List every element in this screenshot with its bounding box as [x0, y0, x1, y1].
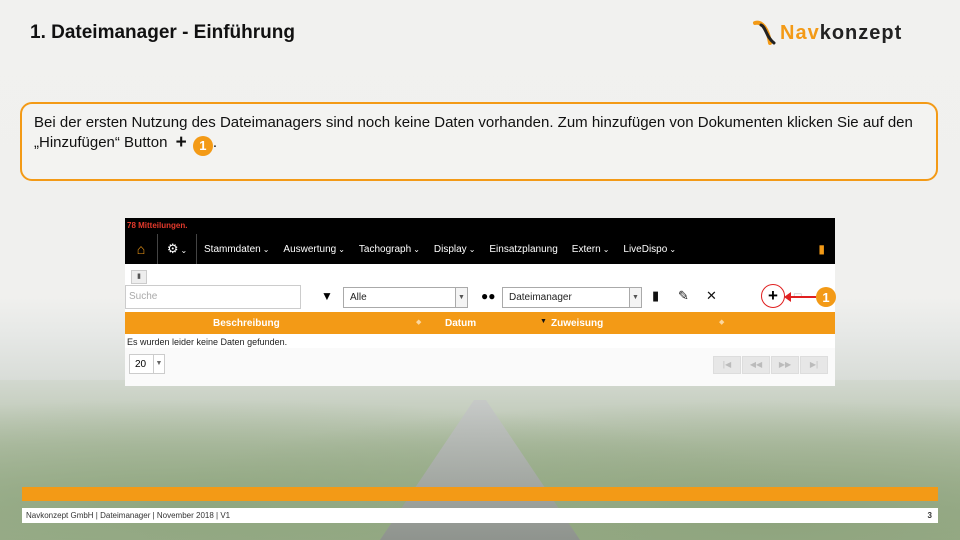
- documents-icon[interactable]: ▮: [818, 242, 825, 256]
- callout-text: Bei der ersten Nutzung des Dateimanagers…: [34, 114, 913, 151]
- filter-select[interactable]: Alle ▼: [343, 287, 468, 308]
- accent-bar: [22, 487, 938, 501]
- logo-text-nav: Nav: [780, 21, 820, 44]
- last-page-button[interactable]: ▶|: [800, 356, 828, 374]
- edit-icon[interactable]: ✎: [678, 288, 689, 304]
- logo-text-konzept: konzept: [819, 21, 903, 44]
- next-page-button[interactable]: ▶▶: [771, 356, 799, 374]
- nav-item-tachograph[interactable]: Tachograph ⌄: [352, 244, 427, 255]
- table-header: Beschreibung ◆ Datum ▼ Zuweisung ◆: [125, 312, 835, 334]
- first-page-button[interactable]: |◀: [713, 356, 741, 374]
- chevron-down-icon: ⌄: [262, 244, 270, 254]
- sort-icon[interactable]: ◆: [719, 318, 724, 326]
- step-badge: 1: [816, 287, 836, 307]
- chevron-down-icon: ▼: [153, 355, 164, 373]
- toolbar: Suche ▼ Alle▼ ●● Dateimanager▼ ▮ ✎ ✕ + ▭…: [125, 284, 836, 310]
- delete-icon[interactable]: ✕: [706, 288, 717, 304]
- page-size-select[interactable]: 20 ▼: [129, 354, 165, 374]
- nav-item-auswertung[interactable]: Auswertung ⌄: [276, 244, 352, 255]
- file-tab-icon[interactable]: ▮: [131, 270, 147, 284]
- users-icon: ●●: [481, 289, 496, 303]
- nav-item-einsatzplanung[interactable]: Einsatzplanung: [482, 244, 564, 255]
- chevron-down-icon: ⌄: [468, 244, 476, 254]
- nav-item-extern[interactable]: Extern ⌄: [565, 244, 617, 255]
- step-badge: 1: [192, 136, 213, 156]
- chevron-down-icon: ⌄: [413, 244, 420, 254]
- callout-end: .: [212, 134, 218, 151]
- nav-item-livedispo[interactable]: LiveDispo ⌄: [616, 244, 683, 255]
- bookmark-icon[interactable]: ▮: [652, 288, 659, 304]
- page-number: 3: [927, 511, 932, 520]
- main-nav: ⌂ ⚙ ⌄ Stammdaten ⌄ Auswertung ⌄ Tachograph ⌄…: [125, 234, 835, 264]
- empty-message: Es wurden leider keine Daten gefunden.: [127, 337, 288, 347]
- pointer-arrow: [784, 292, 816, 302]
- nav-item-stammdaten[interactable]: Stammdaten ⌄: [197, 244, 276, 255]
- logo-swoosh-icon: [753, 20, 776, 45]
- sort-icon[interactable]: ◆: [416, 318, 421, 326]
- home-icon[interactable]: ⌂: [125, 241, 157, 257]
- chevron-down-icon: ⌄: [669, 244, 677, 254]
- navkonzept-logo: Navkonzept: [752, 18, 942, 48]
- gear-icon[interactable]: ⚙ ⌄: [158, 241, 196, 257]
- table-footer: 20 ▼ |◀ ◀◀ ▶▶ ▶|: [125, 348, 835, 386]
- chevron-down-icon: ▼: [455, 288, 467, 307]
- prev-page-button[interactable]: ◀◀: [742, 356, 770, 374]
- slide-footer: Navkonzept GmbH | Dateimanager | Novembe…: [22, 508, 938, 523]
- nav-item-display[interactable]: Display ⌄: [427, 244, 483, 255]
- chevron-down-icon: ▼: [629, 288, 641, 307]
- add-button[interactable]: +: [761, 284, 785, 308]
- slide-title: 1. Dateimanager - Einführung: [30, 22, 295, 43]
- column-beschreibung[interactable]: Beschreibung: [213, 318, 280, 329]
- module-select[interactable]: Dateimanager ▼: [502, 287, 642, 308]
- chevron-down-icon: ⌄: [602, 244, 610, 254]
- chevron-down-icon: ⌄: [338, 244, 345, 254]
- footer-text: Navkonzept GmbH | Dateimanager | Novembe…: [26, 511, 231, 520]
- column-zuweisung[interactable]: Zuweisung: [551, 318, 603, 329]
- filter-icon: ▼: [321, 289, 333, 303]
- messages-bar: 78 Mitteilungen.: [125, 218, 835, 234]
- column-datum[interactable]: Datum: [445, 318, 476, 329]
- search-input[interactable]: Suche: [125, 285, 301, 309]
- add-icon: +: [175, 132, 187, 153]
- messages-link[interactable]: 78 Mitteilungen.: [127, 221, 187, 230]
- app-screenshot: 78 Mitteilungen. ⌂ ⚙ ⌄ Stammdaten ⌄ Auswer…: [125, 218, 836, 386]
- info-callout: Bei der ersten Nutzung des Dateimanagers…: [20, 102, 938, 181]
- sort-desc-icon[interactable]: ▼: [540, 318, 547, 325]
